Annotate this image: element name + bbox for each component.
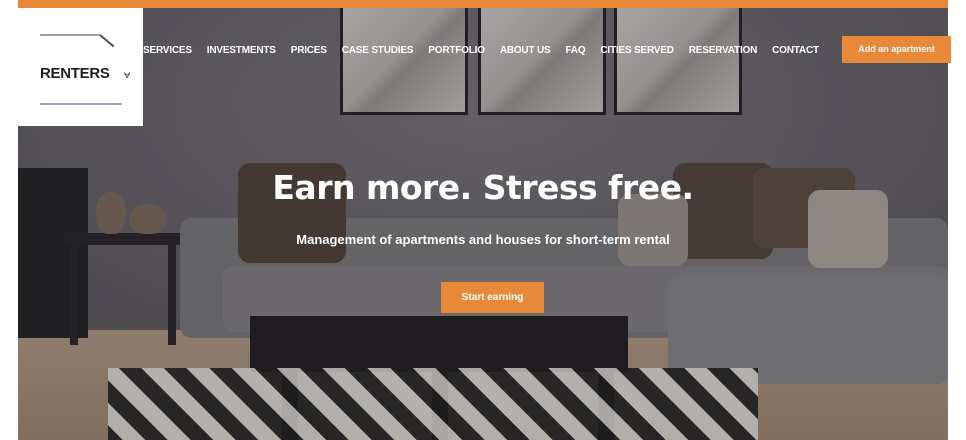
hero-background — [18, 8, 948, 440]
logo-line-bottom — [40, 103, 122, 105]
start-earning-button[interactable]: Start earning — [441, 282, 544, 313]
nav-item-prices[interactable]: PRICES — [291, 45, 327, 56]
hero-headline: Earn more. Stress free. — [272, 168, 694, 207]
hero-subheadline: Management of apartments and houses for … — [296, 232, 670, 247]
top-accent-bar — [18, 0, 948, 8]
logo-mark-icon: ⩝ — [124, 68, 131, 81]
logo-text: RENTERS — [40, 65, 110, 82]
main-nav: SERVICES INVESTMENTS PRICES CASE STUDIES… — [143, 40, 834, 60]
nav-item-portfolio[interactable]: PORTFOLIO — [428, 45, 485, 56]
logo-card[interactable]: RENTERS ⩝ — [18, 8, 143, 126]
logo-line-top — [40, 34, 100, 36]
nav-item-investments[interactable]: INVESTMENTS — [207, 45, 276, 56]
add-apartment-button[interactable]: Add an apartment — [842, 36, 951, 63]
logo-slash — [99, 34, 115, 48]
nav-item-services[interactable]: SERVICES — [143, 45, 192, 56]
nav-item-reservation[interactable]: RESERVATION — [689, 45, 758, 56]
nav-item-about-us[interactable]: ABOUT US — [500, 45, 551, 56]
hero-dark-overlay — [18, 8, 948, 440]
nav-item-case-studies[interactable]: CASE STUDIES — [342, 45, 414, 56]
nav-item-contact[interactable]: CONTACT — [772, 45, 819, 56]
nav-item-cities-served[interactable]: CITIES SERVED — [600, 45, 674, 56]
nav-item-faq[interactable]: FAQ — [565, 45, 585, 56]
